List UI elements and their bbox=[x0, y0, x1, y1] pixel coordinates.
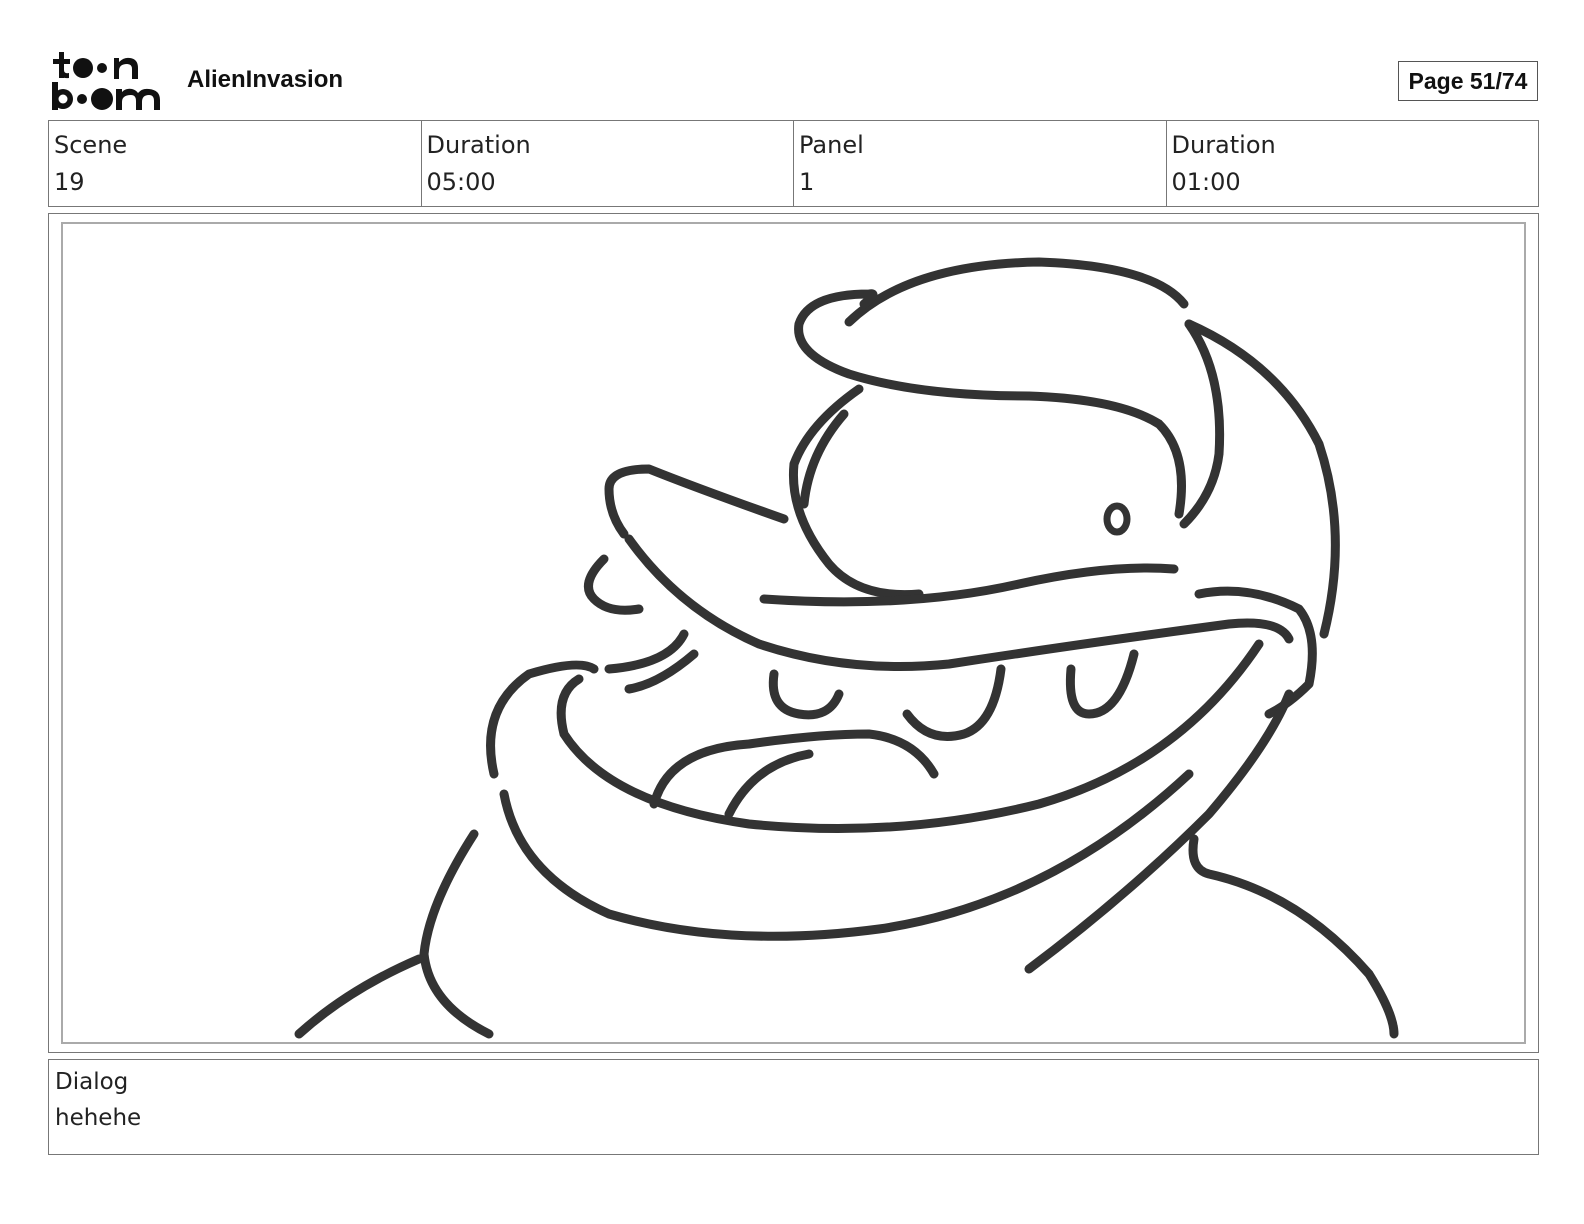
scene-duration-label: Duration bbox=[426, 131, 531, 159]
panel-label: Panel bbox=[799, 131, 864, 159]
dialog-text: hehehe bbox=[55, 1105, 142, 1131]
scene-info-row: Scene 19 Duration 05:00 Panel 1 Duration… bbox=[48, 120, 1539, 207]
panel-cell: Panel 1 bbox=[793, 121, 1166, 206]
character-sketch-icon bbox=[294, 257, 1399, 1039]
panel-value: 1 bbox=[799, 168, 815, 196]
panel-duration-cell: Duration 01:00 bbox=[1165, 121, 1539, 206]
dialog-label: Dialog bbox=[55, 1069, 129, 1095]
project-title: AlienInvasion bbox=[187, 66, 344, 93]
storyboard-panel[interactable] bbox=[48, 213, 1539, 1053]
toon-boom-logo-icon bbox=[52, 52, 164, 112]
panel-duration-value: 01:00 bbox=[1171, 168, 1241, 196]
page-number-badge: Page 51/74 bbox=[1398, 61, 1538, 101]
panel-duration-label: Duration bbox=[1171, 131, 1276, 159]
scene-label: Scene bbox=[54, 131, 128, 159]
scene-value: 19 bbox=[54, 168, 85, 196]
dialog-box[interactable]: Dialog hehehe bbox=[48, 1059, 1539, 1155]
scene-cell: Scene 19 bbox=[49, 121, 421, 206]
scene-duration-cell: Duration 05:00 bbox=[420, 121, 794, 206]
scene-duration-value: 05:00 bbox=[426, 168, 496, 196]
